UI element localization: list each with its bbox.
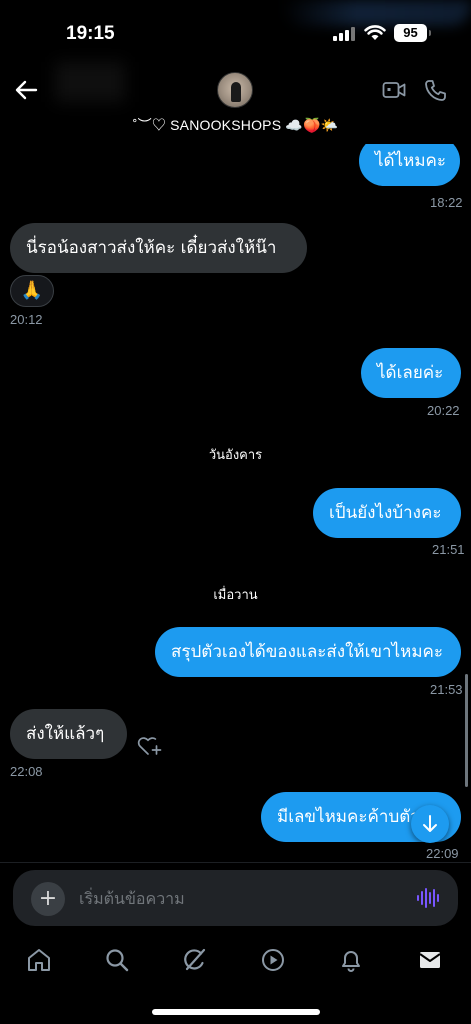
arrow-down-icon xyxy=(423,815,437,832)
battery-indicator: 95 xyxy=(394,24,431,42)
contact-avatar[interactable] xyxy=(217,72,253,108)
video-call-icon[interactable] xyxy=(382,80,406,100)
message-time: 22:09 xyxy=(426,846,459,861)
grok-icon[interactable] xyxy=(181,946,209,974)
wifi-icon xyxy=(364,25,386,40)
day-separator: เมื่อวาน xyxy=(213,588,258,603)
message-time: 20:22 xyxy=(427,403,460,418)
outgoing-message[interactable]: ได้ไหมคะ xyxy=(359,144,460,186)
status-time: 19:15 xyxy=(66,23,115,44)
home-icon[interactable] xyxy=(25,946,53,974)
outgoing-message[interactable]: เป็นยังไงบ้างคะ xyxy=(313,488,461,538)
search-icon[interactable] xyxy=(103,946,131,974)
message-time: 21:51 xyxy=(432,542,465,557)
outgoing-message[interactable]: สรุปตัวเองได้ของและส่งให้เขาไหมคะ xyxy=(155,627,461,677)
phone-call-icon[interactable] xyxy=(424,79,448,101)
scrollbar[interactable] xyxy=(465,674,468,787)
back-arrow-icon[interactable] xyxy=(12,77,42,103)
incoming-message[interactable]: นี่รอน้องสาวส่งให้คะ เดี๋ยวส่งให้น๊า xyxy=(10,223,307,273)
cellular-signal-icon xyxy=(333,27,355,41)
incoming-emoji-message[interactable]: 🙏 xyxy=(10,275,54,307)
avatar-figure xyxy=(231,82,241,102)
message-composer: + xyxy=(13,870,458,926)
composer-divider xyxy=(0,862,471,863)
home-indicator xyxy=(152,1009,320,1015)
incoming-message[interactable]: ส่งให้แล้วๆ xyxy=(10,709,127,759)
messages-icon[interactable] xyxy=(416,946,444,974)
add-attachment-button[interactable]: + xyxy=(31,882,65,916)
add-reaction-icon[interactable] xyxy=(137,735,163,757)
scroll-to-bottom-button[interactable] xyxy=(411,805,449,843)
message-list[interactable]: ได้ไหมคะ 18:22 นี่รอน้องสาวส่งให้คะ เดี๋… xyxy=(0,144,471,862)
day-separator: วันอังคาร xyxy=(208,448,263,463)
message-input[interactable] xyxy=(79,878,399,918)
header-blur xyxy=(55,62,125,102)
voice-message-icon[interactable] xyxy=(416,887,440,909)
conversation-header: ˚︶♡ SANOOKSHOPS ☁️🍑🌤️ xyxy=(0,62,471,144)
bottom-tab-bar xyxy=(0,938,471,986)
status-bar: 19:15 95 xyxy=(0,0,471,62)
outgoing-message[interactable]: ได้เลยค่ะ xyxy=(361,348,461,398)
message-time: 21:53 xyxy=(430,682,463,697)
message-time: 18:22 xyxy=(430,195,463,210)
video-icon[interactable] xyxy=(259,946,287,974)
message-time: 22:08 xyxy=(10,764,43,779)
status-bar-glow xyxy=(282,0,471,26)
notifications-icon[interactable] xyxy=(337,946,365,974)
contact-name[interactable]: ˚︶♡ SANOOKSHOPS ☁️🍑🌤️ xyxy=(0,115,471,135)
message-time: 20:12 xyxy=(10,312,43,327)
